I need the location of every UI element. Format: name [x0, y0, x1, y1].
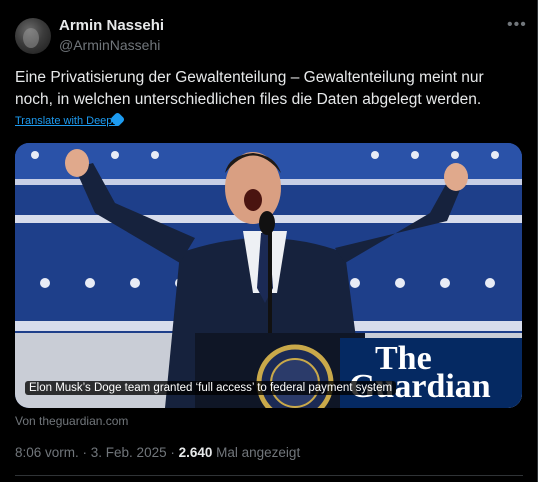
card-image: The Guardian	[15, 143, 522, 408]
link-card[interactable]: The Guardian Elon Musk’s Doge team grant…	[15, 143, 522, 408]
tweet-text: Eine Privatisierung der Gewaltenteilung …	[15, 69, 484, 108]
more-horizontal-icon[interactable]: •••	[507, 16, 527, 34]
author-name[interactable]: Armin Nassehi	[59, 17, 164, 34]
views-label: Mal angezeigt	[212, 445, 301, 460]
card-source[interactable]: Von theguardian.com	[15, 414, 128, 428]
tweet-date[interactable]: 3. Feb. 2025	[91, 445, 167, 460]
author-handle[interactable]: @ArminNassehi	[59, 37, 160, 53]
divider	[15, 475, 523, 476]
tweet: Armin Nassehi @ArminNassehi ••• Eine Pri…	[0, 0, 538, 482]
view-count: 2.640	[178, 445, 213, 460]
tweet-time[interactable]: 8:06 vorm.	[15, 445, 79, 460]
meta-separator: ·	[166, 445, 179, 460]
card-caption: Elon Musk’s Doge team granted ‘full acce…	[25, 381, 397, 395]
avatar[interactable]	[15, 18, 51, 54]
translate-link[interactable]: Translate with DeepL	[15, 115, 119, 127]
meta-separator: ·	[78, 445, 91, 460]
tweet-meta: 8:06 vorm. · 3. Feb. 2025 · 2.640 Mal an…	[15, 445, 300, 460]
